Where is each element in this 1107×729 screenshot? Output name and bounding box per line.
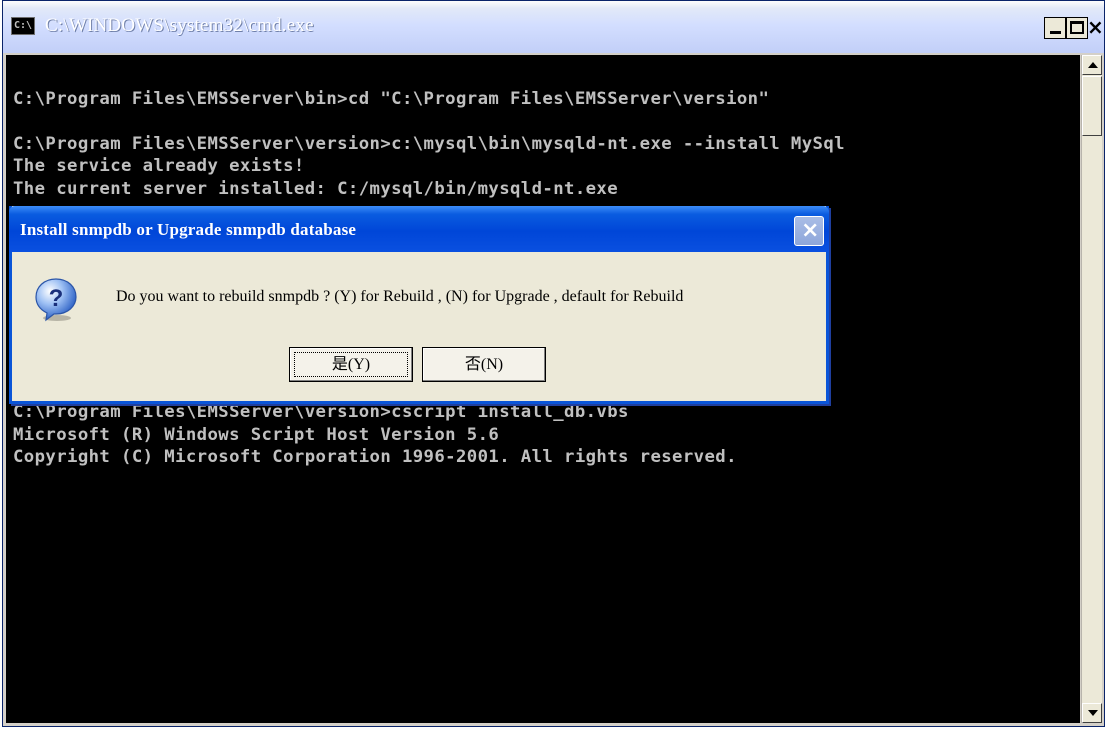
close-icon: ×: [801, 218, 820, 243]
console-line: Microsoft (R) Windows Script Host Versio…: [13, 424, 500, 445]
scroll-up-button[interactable]: [1082, 55, 1102, 75]
close-button[interactable]: ×: [1085, 15, 1107, 39]
cmd-app-icon[interactable]: C:\: [11, 17, 35, 35]
dialog-title: Install snmpdb or Upgrade snmpdb databas…: [20, 220, 357, 239]
scroll-down-button[interactable]: [1082, 703, 1102, 723]
question-icon: ?: [35, 278, 77, 322]
console-line: Copyright (C) Microsoft Corporation 1996…: [13, 446, 737, 467]
minimize-button[interactable]: [1044, 17, 1066, 39]
dialog-titlebar[interactable]: Install snmpdb or Upgrade snmpdb databas…: [9, 206, 829, 252]
console-line: C:\Program Files\EMSServer\version>c:\my…: [13, 134, 845, 155]
window-title: C:\WINDOWS\system32\cmd.exe: [45, 15, 314, 36]
scrollbar-thumb[interactable]: [1082, 76, 1102, 136]
dialog-message: Do you want to rebuild snmpdb ? (Y) for …: [116, 288, 684, 305]
window-titlebar[interactable]: C:\ C:\WINDOWS\system32\cmd.exe ×: [3, 1, 1104, 53]
close-icon: ×: [1087, 15, 1104, 39]
yes-button[interactable]: 是(Y): [289, 347, 413, 382]
maximize-icon: [1070, 21, 1084, 34]
install-dialog: Install snmpdb or Upgrade snmpdb databas…: [9, 206, 829, 404]
console-line: C:\Program Files\EMSServer\version>cscri…: [13, 402, 629, 423]
console-line: The service already exists!: [13, 156, 305, 177]
minimize-icon: [1050, 31, 1061, 34]
arrow-up-icon: [1088, 62, 1098, 68]
no-button-label: 否(N): [464, 356, 504, 373]
vertical-scrollbar[interactable]: [1081, 55, 1102, 723]
focus-rectangle: [294, 352, 408, 377]
console-line: The current server installed: C:/mysql/b…: [13, 178, 619, 199]
dialog-close-button[interactable]: ×: [794, 216, 824, 246]
arrow-down-icon: [1088, 710, 1098, 716]
svg-text:?: ?: [49, 285, 64, 312]
no-button[interactable]: 否(N): [422, 347, 546, 382]
console-line: C:\Program Files\EMSServer\bin>cd "C:\Pr…: [13, 89, 770, 110]
